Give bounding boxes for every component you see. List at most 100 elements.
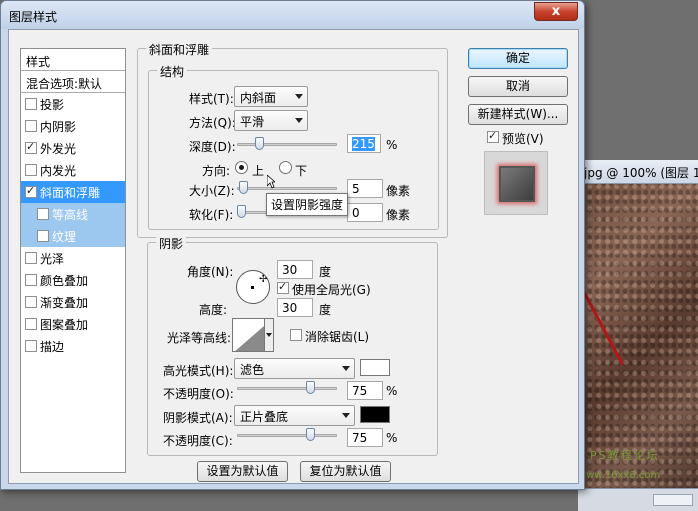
direction-down-label[interactable]: 下 [295,162,307,179]
technique-label: 方法(Q): [189,116,236,130]
sidebar-item[interactable]: 投影 [21,93,125,115]
soften-input[interactable]: 0 [347,203,383,222]
size-slider-thumb[interactable] [238,181,248,194]
sidebar-item[interactable]: 光泽 [21,247,125,269]
soften-label: 软化(F): [189,208,234,222]
size-slider-track[interactable] [237,187,337,190]
size-label: 大小(Z): [189,184,235,198]
shadow-opacity-track[interactable] [237,434,337,437]
sidebar-item-checkbox[interactable] [25,140,37,154]
blending-options-item[interactable]: 混合选项:默认 [21,71,125,93]
style-value: 内斜面 [240,91,277,105]
sidebar-item[interactable]: 斜面和浮雕 [21,181,125,203]
sidebar-item-label: 渐变叠加 [40,295,89,310]
sidebar-item-checkbox[interactable] [37,230,49,242]
bevel-emboss-title: 斜面和浮雕 [146,41,213,58]
style-dropdown[interactable]: 内斜面 [234,86,308,107]
chevron-down-icon [295,94,303,99]
antialias-label[interactable]: 消除锯齿(L) [305,328,369,345]
antialias-checkbox[interactable] [290,329,302,341]
shadow-color-swatch[interactable] [360,406,390,423]
shading-title: 阴影 [156,235,187,252]
sidebar-item-checkbox[interactable] [25,120,37,132]
sidebar-item[interactable]: 图案叠加 [21,313,125,335]
sidebar-item-checkbox[interactable] [25,274,37,286]
technique-value: 平滑 [240,115,265,129]
highlight-opacity-input[interactable]: 75 [347,381,383,400]
close-button[interactable]: x [534,2,578,21]
preview-checkbox[interactable] [487,129,499,143]
sidebar-item-checkbox[interactable] [25,164,37,176]
preview-label[interactable]: 预览(V) [502,130,544,147]
depth-input[interactable]: 215 [347,134,381,153]
sidebar-item[interactable]: 内阴影 [21,115,125,137]
sidebar-item[interactable]: 内发光 [21,159,125,181]
depth-slider-thumb[interactable] [255,137,265,150]
sidebar-item-label: 内发光 [40,163,77,178]
styles-header[interactable]: 样式 [21,49,125,71]
technique-dropdown[interactable]: 平滑 [234,110,308,131]
reset-default-button[interactable]: 复位为默认值 [300,461,391,482]
sidebar-item-checkbox[interactable] [37,208,49,220]
sidebar-item[interactable]: 颜色叠加 [21,269,125,291]
chevron-down-icon [342,413,350,418]
highlight-mode-value: 滤色 [240,363,265,377]
sidebar-item[interactable]: 外发光 [21,137,125,159]
highlight-color-swatch[interactable] [360,359,390,376]
direction-down-radio[interactable] [279,161,292,174]
gloss-contour-dropdown[interactable] [264,318,274,352]
sidebar-item-checkbox[interactable] [25,184,37,198]
soften-unit: 像素 [386,208,411,222]
chevron-down-icon [295,118,303,123]
sidebar-item-label: 描边 [40,339,65,354]
sidebar-item-checkbox[interactable] [25,340,37,352]
structure-title: 结构 [157,63,188,80]
shadow-opacity-input[interactable]: 75 [347,428,383,447]
highlight-mode-label: 高光模式(H): [163,364,234,378]
highlight-opacity-thumb[interactable] [306,381,315,394]
direction-label: 方向: [202,164,231,178]
depth-unit: % [386,138,398,152]
direction-up-radio[interactable] [235,161,248,174]
crosshair-icon: ✢ [259,274,268,285]
angle-input[interactable]: 30 [277,260,313,279]
mouse-cursor-icon [267,175,275,189]
background-window-title[interactable]: jpg @ 100% (图层 1, [578,160,698,184]
altitude-input[interactable]: 30 [277,298,313,317]
sidebar-item[interactable]: 纹理 [21,225,125,247]
cancel-button[interactable]: 取消 [468,76,568,97]
altitude-label: 高度: [199,303,228,317]
shadow-mode-dropdown[interactable]: 正片叠底 [234,405,355,426]
global-light-checkbox[interactable] [277,280,289,294]
make-default-button[interactable]: 设置为默认值 [197,461,288,482]
sidebar-item-label: 外发光 [40,141,77,156]
background-status-bar [578,488,698,511]
ok-button[interactable]: 确定 [468,48,568,69]
preview-square [499,166,535,202]
soften-slider-thumb[interactable] [237,205,246,218]
altitude-unit: 度 [319,303,332,317]
size-input[interactable]: 5 [347,179,383,198]
horizontal-scrollbar[interactable] [653,494,693,506]
sidebar-item-checkbox[interactable] [25,318,37,330]
sidebar-item[interactable]: 等高线 [21,203,125,225]
global-light-label[interactable]: 使用全局光(G) [292,281,371,298]
highlight-mode-dropdown[interactable]: 滤色 [234,358,355,379]
depth-slider-track[interactable] [237,143,337,146]
sidebar-item-label: 等高线 [52,207,89,222]
watermark-text: PS教程论坛 [590,449,660,462]
shadow-opacity-thumb[interactable] [306,428,315,441]
direction-up-label[interactable]: 上 [252,162,264,179]
depth-tooltip: 设置阴影强度 [266,193,349,216]
sidebar-item[interactable]: 描边 [21,335,125,357]
sidebar-item-checkbox[interactable] [25,296,37,308]
sidebar-item[interactable]: 渐变叠加 [21,291,125,313]
layer-style-dialog: 图层样式 x 样式 混合选项:默认 投影内阴影外发光内发光斜面和浮雕等高线纹理光… [0,0,585,490]
sidebar-item-label: 斜面和浮雕 [40,185,101,200]
highlight-opacity-track[interactable] [237,387,337,390]
sidebar-item-checkbox[interactable] [25,252,37,264]
dialog-titlebar[interactable]: 图层样式 x [1,1,584,29]
shadow-mode-value: 正片叠底 [240,410,289,424]
new-style-button[interactable]: 新建样式(W)... [468,104,568,125]
sidebar-item-checkbox[interactable] [25,98,37,110]
